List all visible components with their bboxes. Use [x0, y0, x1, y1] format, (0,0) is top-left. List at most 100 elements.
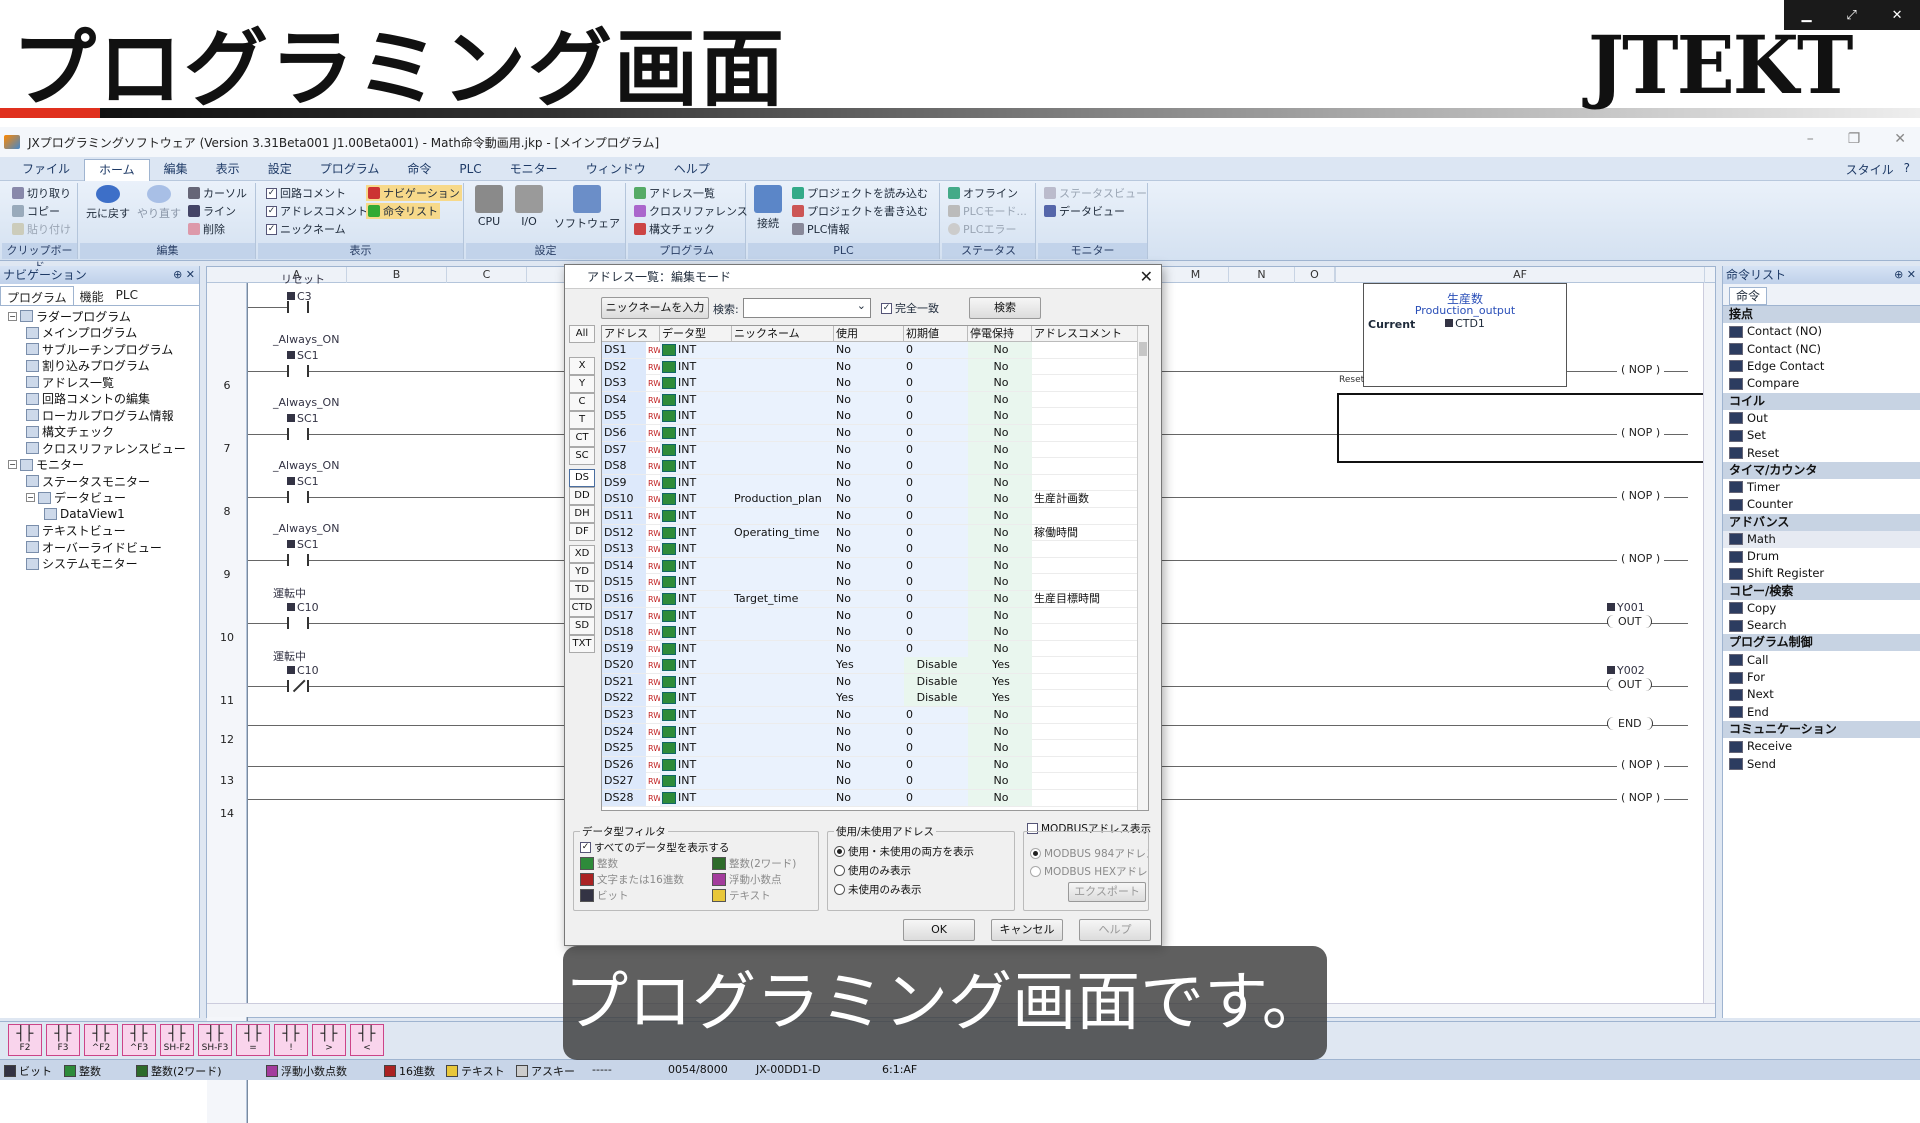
- tree-item[interactable]: 回路コメントの編集: [0, 391, 199, 408]
- address-type-x[interactable]: X: [569, 357, 595, 375]
- table-row[interactable]: DS26 RW INT No 0 No: [602, 756, 1138, 774]
- tree-item[interactable]: システムモニター: [0, 556, 199, 573]
- coil-nop[interactable]: ( NOP ): [1617, 552, 1665, 565]
- ladder-tool-button[interactable]: ┤├ ^F3: [122, 1024, 156, 1056]
- menu-settings[interactable]: 設定: [254, 160, 306, 177]
- menu-edit[interactable]: 編集: [150, 160, 202, 177]
- table-row[interactable]: DS22 RW INT Yes Disable Yes: [602, 690, 1138, 708]
- coil-nop[interactable]: ( NOP ): [1617, 363, 1665, 376]
- radio-used-only[interactable]: 使用のみ表示: [834, 863, 911, 878]
- command-item[interactable]: Copy: [1723, 600, 1920, 617]
- address-type-xd[interactable]: XD: [569, 545, 595, 563]
- table-row[interactable]: DS5 RW INT No 0 No: [602, 408, 1138, 425]
- connect-button[interactable]: 接続: [752, 185, 784, 231]
- tree-item[interactable]: ステータスモニター: [0, 473, 199, 490]
- address-type-df[interactable]: DF: [569, 523, 595, 541]
- menu-plc[interactable]: PLC: [445, 162, 495, 176]
- radio-modbus-hex[interactable]: MODBUS HEXアドレス: [1030, 864, 1148, 879]
- tree-item[interactable]: クロスリファレンスビュー: [0, 440, 199, 457]
- table-row[interactable]: DS9 RW INT No 0 No: [602, 474, 1138, 492]
- address-type-ctd[interactable]: CTD: [569, 599, 595, 617]
- menu-window[interactable]: ウィンドウ: [572, 160, 660, 177]
- minimize-icon[interactable]: ▁: [1801, 8, 1811, 23]
- ladder-tool-button[interactable]: ┤├ SH-F3: [198, 1024, 232, 1056]
- line-button[interactable]: ライン: [188, 203, 236, 219]
- table-row[interactable]: DS20 RW INT Yes Disable Yes: [602, 657, 1138, 674]
- write-project-button[interactable]: プロジェクトを書き込む: [792, 203, 928, 219]
- undo-button[interactable]: 元に戻す: [84, 185, 132, 221]
- cmd-list-toggle[interactable]: 命令リスト: [366, 203, 440, 219]
- filter-int2[interactable]: 整数(2ワード): [712, 856, 796, 871]
- coil-end[interactable]: END: [1607, 717, 1653, 730]
- command-item[interactable]: Compare: [1723, 375, 1920, 392]
- table-row[interactable]: DS13 RW INT No 0 No: [602, 541, 1138, 558]
- table-row[interactable]: DS23 RW INT No 0 No: [602, 707, 1138, 724]
- cancel-button[interactable]: キャンセル: [991, 919, 1063, 941]
- address-type-dh[interactable]: DH: [569, 505, 595, 523]
- collapse-icon[interactable]: −: [8, 460, 17, 470]
- coil-out[interactable]: OUT: [1607, 615, 1653, 628]
- command-item[interactable]: Reset: [1723, 444, 1920, 461]
- table-row[interactable]: DS6 RW INT No 0 No: [602, 424, 1138, 442]
- read-project-button[interactable]: プロジェクトを読み込む: [792, 185, 928, 201]
- io-button[interactable]: I/O: [514, 185, 544, 228]
- table-row[interactable]: DS27 RW INT No 0 No: [602, 773, 1138, 791]
- close-icon[interactable]: ✕: [1892, 8, 1903, 23]
- col-retentive[interactable]: 停電保持: [968, 326, 1032, 342]
- exact-match-checkbox[interactable]: ✓ 完全一致: [881, 300, 939, 316]
- address-comment-toggle[interactable]: ✓ アドレスコメント: [266, 203, 368, 219]
- pin-close-icon[interactable]: ⊕ ✕: [173, 266, 195, 284]
- circuit-comment-toggle[interactable]: ✓ 回路コメント: [266, 185, 346, 201]
- tree-item[interactable]: − モニター: [0, 457, 199, 474]
- contact-no[interactable]: [287, 365, 309, 377]
- table-row[interactable]: DS1 RW INT No 0 No: [602, 342, 1138, 359]
- cursor-button[interactable]: カーソル: [188, 185, 247, 201]
- table-row[interactable]: DS12 RW INT Operating_time No 0 No 稼働時間: [602, 524, 1138, 542]
- enter-nickname-button[interactable]: ニックネームを入力: [601, 297, 709, 319]
- ladder-tool-button[interactable]: ┤├ SH-F2: [160, 1024, 194, 1056]
- scroll-thumb[interactable]: [1139, 342, 1147, 356]
- command-item[interactable]: End: [1723, 704, 1920, 721]
- menu-instruction[interactable]: 命令: [393, 160, 445, 177]
- ok-button[interactable]: OK: [903, 919, 975, 941]
- table-row[interactable]: DS3 RW INT No 0 No: [602, 375, 1138, 392]
- filter-int[interactable]: 整数: [580, 856, 618, 871]
- syntax-check-button[interactable]: 構文チェック: [634, 221, 715, 237]
- table-row[interactable]: DS28 RW INT No 0 No: [602, 790, 1138, 807]
- command-item[interactable]: For: [1723, 669, 1920, 686]
- command-item[interactable]: Set: [1723, 427, 1920, 444]
- contact-nc[interactable]: [287, 680, 309, 692]
- plc-mode-button[interactable]: PLCモード...: [948, 203, 1027, 219]
- ladder-tool-button[interactable]: ┤├ <: [350, 1024, 384, 1056]
- command-item[interactable]: Search: [1723, 617, 1920, 634]
- close-button[interactable]: ✕: [1894, 131, 1906, 147]
- contact-no[interactable]: [287, 554, 309, 566]
- address-type-t[interactable]: T: [569, 411, 595, 429]
- help-button[interactable]: ヘルプ: [1079, 919, 1151, 941]
- plc-error-button[interactable]: PLCエラー: [948, 221, 1016, 237]
- command-item[interactable]: Call: [1723, 651, 1920, 668]
- collapse-icon[interactable]: −: [26, 493, 35, 503]
- radio-unused-only[interactable]: 未使用のみ表示: [834, 882, 922, 897]
- tree-item[interactable]: 割り込みプログラム: [0, 358, 199, 375]
- contact-no[interactable]: [287, 301, 309, 313]
- help-icon[interactable]: ?: [1904, 161, 1910, 178]
- contact-no[interactable]: [287, 491, 309, 503]
- table-row[interactable]: DS21 RW INT No Disable Yes: [602, 673, 1138, 691]
- tree-item[interactable]: メインプログラム: [0, 325, 199, 342]
- col-datatype[interactable]: データ型: [660, 326, 732, 342]
- address-type-c[interactable]: C: [569, 393, 595, 411]
- coil-nop[interactable]: ( NOP ): [1617, 758, 1665, 771]
- nickname-toggle[interactable]: ✓ ニックネーム: [266, 221, 346, 237]
- delete-button[interactable]: 削除: [188, 221, 225, 237]
- tree-item[interactable]: ローカルプログラム情報: [0, 407, 199, 424]
- command-item[interactable]: Next: [1723, 686, 1920, 703]
- coil-nop[interactable]: ( NOP ): [1617, 489, 1665, 502]
- tab-commands[interactable]: 命令: [1729, 287, 1768, 305]
- table-row[interactable]: DS16 RW INT Target_time No 0 No 生産目標時間: [602, 590, 1138, 608]
- plc-info-button[interactable]: PLC情報: [792, 221, 849, 237]
- menu-help[interactable]: ヘルプ: [660, 160, 724, 177]
- col-initial[interactable]: 初期値: [904, 326, 968, 342]
- tree-item[interactable]: オーバーライドビュー: [0, 539, 199, 556]
- address-type-ds[interactable]: DS: [569, 469, 595, 487]
